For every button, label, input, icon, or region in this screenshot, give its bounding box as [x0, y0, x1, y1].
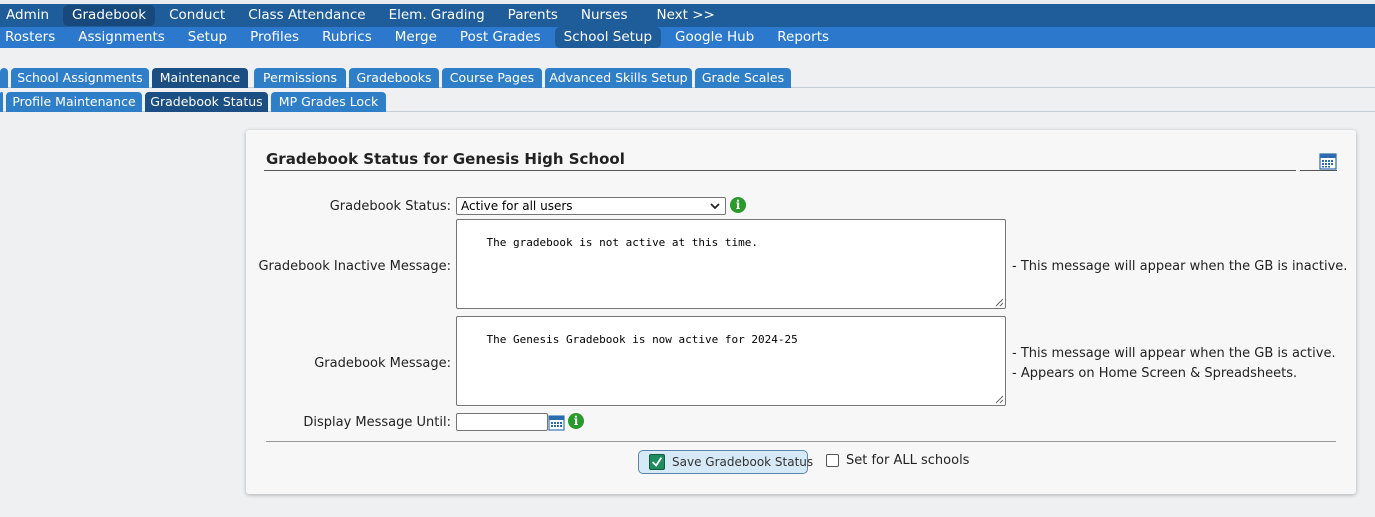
- nav-next[interactable]: Next >>: [647, 5, 723, 26]
- tab-grade-scales[interactable]: Grade Scales: [695, 68, 791, 88]
- chevron-down-icon: [710, 203, 720, 210]
- sub-nav: Rosters Assignments Setup Profiles Rubri…: [0, 27, 1375, 48]
- info-icon[interactable]: i: [730, 197, 746, 213]
- subnav-assignments[interactable]: Assignments: [69, 27, 174, 48]
- all-schools-checkbox[interactable]: [826, 454, 839, 467]
- gradebook-message-textarea[interactable]: The Genesis Gradebook is now active for …: [456, 316, 1006, 406]
- nav-admin[interactable]: Admin: [0, 5, 58, 26]
- maintenance-subtabs: Profile Maintenance Gradebook Status MP …: [0, 91, 1375, 112]
- tab-profile-maintenance[interactable]: Profile Maintenance: [6, 92, 142, 112]
- setup-tabs: School Assignments Maintenance Permissio…: [0, 67, 1375, 88]
- subnav-rubrics[interactable]: Rubrics: [313, 27, 381, 48]
- tab-gradebooks[interactable]: Gradebooks: [349, 68, 439, 88]
- subnav-merge[interactable]: Merge: [386, 27, 446, 48]
- subnav-rosters[interactable]: Rosters: [0, 27, 64, 48]
- resize-handle-icon[interactable]: [995, 298, 1004, 307]
- tab-advanced-skills-setup[interactable]: Advanced Skills Setup: [545, 68, 692, 88]
- inactive-message-text: The gradebook is not active at this time…: [486, 236, 759, 249]
- tab-permissions[interactable]: Permissions: [254, 68, 346, 88]
- resize-handle-icon[interactable]: [995, 395, 1004, 404]
- gradebook-message-note-home: - Appears on Home Screen & Spreadsheets.: [1012, 366, 1298, 381]
- info-icon[interactable]: i: [568, 413, 584, 429]
- tab-maintenance[interactable]: Maintenance: [152, 68, 248, 88]
- gradebook-message-label: Gradebook Message:: [314, 356, 451, 371]
- save-button-label: Save Gradebook Status: [672, 455, 814, 469]
- inactive-message-note: - This message will appear when the GB i…: [1012, 259, 1348, 274]
- form-divider: [266, 441, 1336, 442]
- title-divider: [264, 170, 1296, 171]
- gradebook-status-panel: Gradebook Status for Genesis High School…: [246, 130, 1356, 494]
- inactive-message-textarea[interactable]: The gradebook is not active at this time…: [456, 219, 1006, 309]
- status-label: Gradebook Status:: [329, 199, 451, 214]
- tab-course-pages[interactable]: Course Pages: [442, 68, 542, 88]
- all-schools-label: Set for ALL schools: [846, 453, 970, 468]
- status-select[interactable]: Active for all users: [456, 197, 726, 215]
- nav-class-attendance[interactable]: Class Attendance: [239, 5, 374, 26]
- gradebook-message-note-active: - This message will appear when the GB i…: [1012, 346, 1336, 361]
- status-select-value: Active for all users: [461, 199, 573, 213]
- subnav-post-grades[interactable]: Post Grades: [451, 27, 550, 48]
- page-title: Gradebook Status for Genesis High School: [266, 150, 625, 168]
- main-nav: Admin Gradebook Conduct Class Attendance…: [0, 4, 1375, 27]
- save-gradebook-status-button[interactable]: Save Gradebook Status: [638, 450, 813, 474]
- subnav-google-hub[interactable]: Google Hub: [666, 27, 763, 48]
- subnav-setup[interactable]: Setup: [179, 27, 236, 48]
- date-picker-calendar-icon[interactable]: [548, 414, 565, 431]
- title-divider-right: [1300, 170, 1337, 171]
- tab-mp-grades-lock[interactable]: MP Grades Lock: [271, 92, 386, 112]
- subnav-school-setup[interactable]: School Setup: [554, 27, 662, 48]
- display-until-label: Display Message Until:: [303, 415, 451, 430]
- calendar-icon[interactable]: [1319, 152, 1337, 170]
- inactive-message-label: Gradebook Inactive Message:: [258, 259, 451, 274]
- check-icon: [649, 454, 665, 470]
- gradebook-message-text: The Genesis Gradebook is now active for …: [486, 333, 798, 346]
- nav-elem-grading[interactable]: Elem. Grading: [380, 5, 494, 26]
- nav-conduct[interactable]: Conduct: [160, 5, 234, 26]
- tab-school-assignments[interactable]: School Assignments: [11, 68, 149, 88]
- subnav-reports[interactable]: Reports: [768, 27, 838, 48]
- subtab-overflow-left[interactable]: [0, 92, 3, 112]
- nav-nurses[interactable]: Nurses: [572, 5, 637, 26]
- display-until-input[interactable]: [456, 413, 548, 431]
- nav-parents[interactable]: Parents: [499, 5, 567, 26]
- subnav-profiles[interactable]: Profiles: [241, 27, 308, 48]
- tab-overflow-left[interactable]: [0, 68, 8, 88]
- tab-gradebook-status[interactable]: Gradebook Status: [145, 92, 268, 112]
- nav-gradebook[interactable]: Gradebook: [63, 5, 156, 26]
